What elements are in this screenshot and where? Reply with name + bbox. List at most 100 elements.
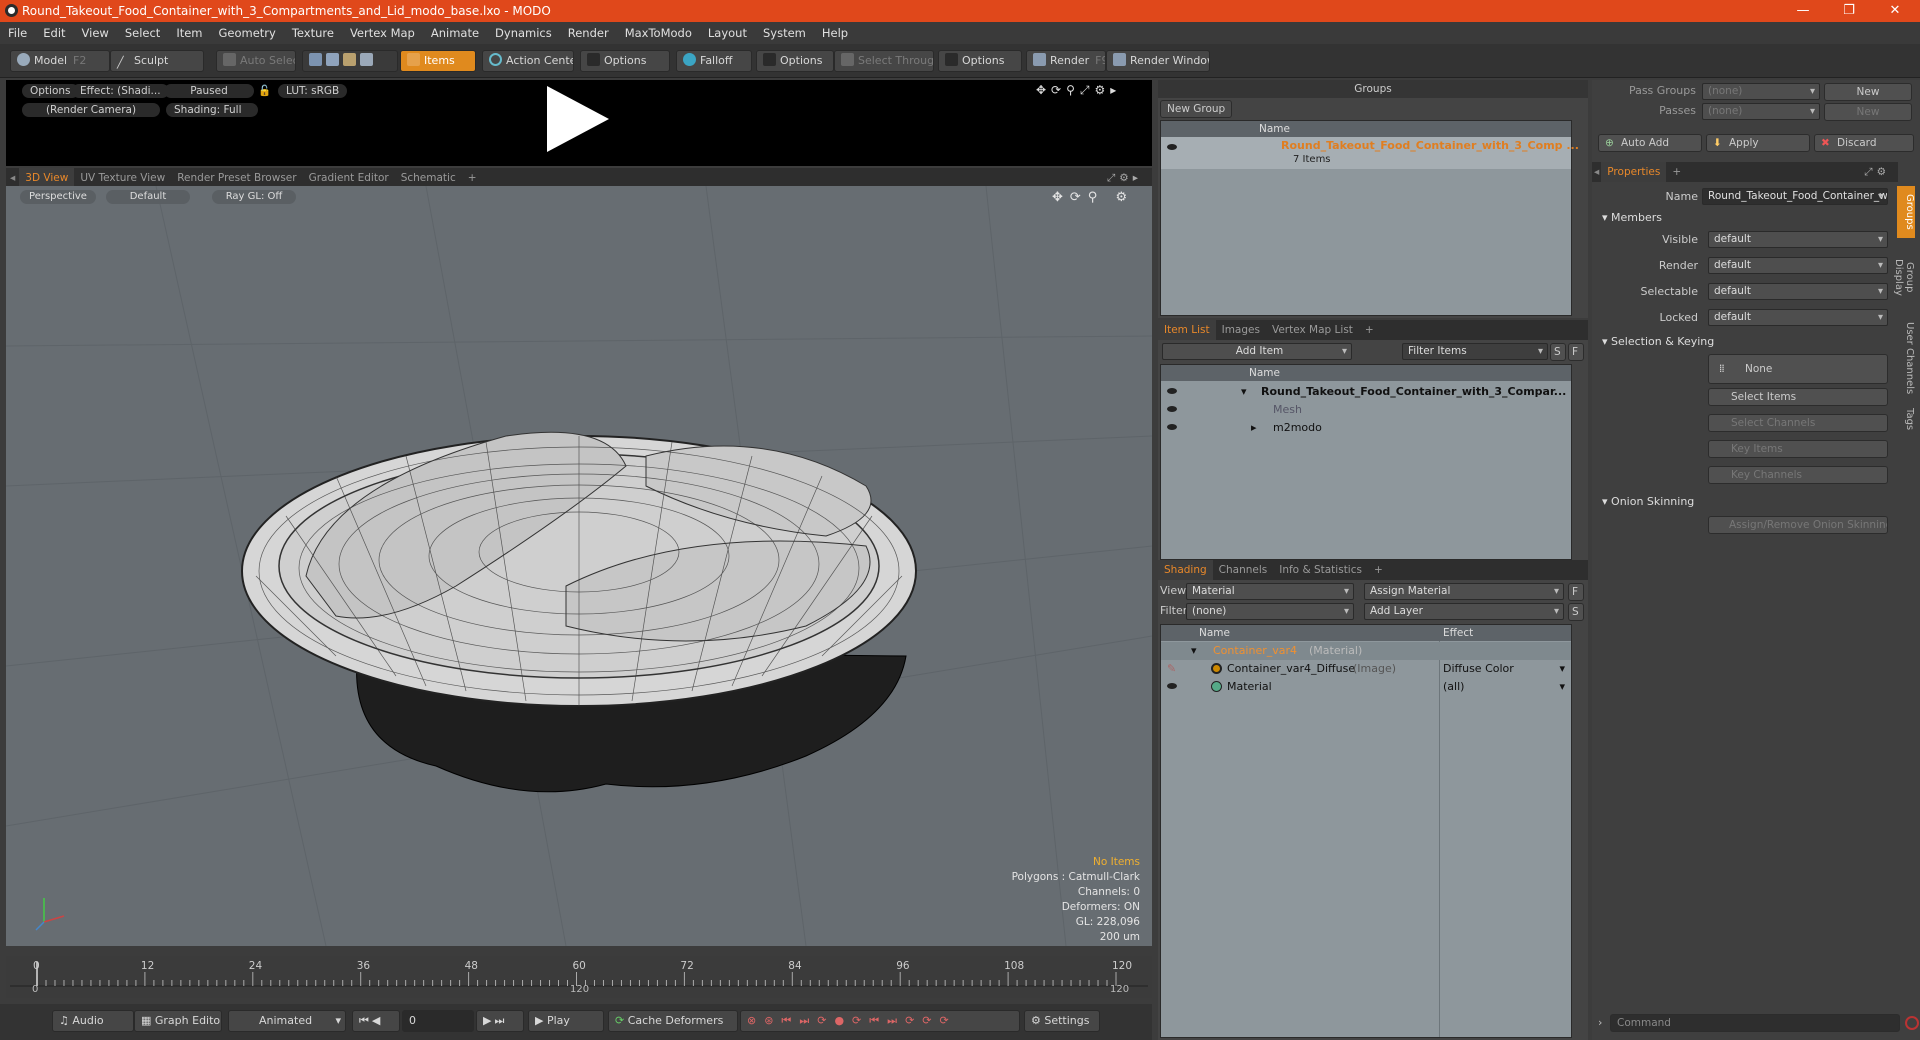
expand-icon[interactable]: ▾ <box>1241 383 1247 401</box>
key-channels-button[interactable]: Key Channels <box>1708 466 1888 484</box>
shader-row-material-group[interactable]: ▾ Container_var4 (Material) <box>1161 642 1571 660</box>
vtab-groups[interactable]: Groups <box>1897 186 1915 238</box>
menu-dynamics[interactable]: Dynamics <box>487 26 560 40</box>
add-tab-button[interactable]: + <box>462 168 483 188</box>
view-dropdown[interactable]: Material <box>1186 583 1354 600</box>
menu-maxtomodo[interactable]: MaxToModo <box>617 26 700 40</box>
command-expand-icon[interactable]: › <box>1598 1016 1602 1029</box>
menu-system[interactable]: System <box>755 26 814 40</box>
discard-button[interactable]: ✖ Discard <box>1814 134 1914 152</box>
model-mode-button[interactable]: Model F2 <box>10 50 110 72</box>
food-container-mesh[interactable] <box>241 431 917 793</box>
tab-3d-view[interactable]: 3D View <box>19 168 75 188</box>
add-tab-button[interactable]: + <box>1368 560 1389 580</box>
shading-s-button[interactable]: S <box>1568 603 1584 621</box>
menu-view[interactable]: View <box>74 26 117 40</box>
preview-paused-button[interactable]: Paused <box>164 84 254 98</box>
tab-shading[interactable]: Shading <box>1158 560 1213 580</box>
tab-render-preset-browser[interactable]: Render Preset Browser <box>171 168 302 188</box>
animated-dropdown[interactable]: Animated ▾ <box>228 1010 346 1032</box>
menu-file[interactable]: File <box>0 26 35 40</box>
visibility-eye-icon[interactable] <box>1167 683 1177 689</box>
preview-lut-dropdown[interactable]: LUT: sRGB <box>278 84 348 98</box>
shader-effect-1[interactable]: Diffuse Color <box>1443 660 1514 678</box>
visibility-eye-icon[interactable] <box>1167 406 1177 412</box>
key-transport-buttons[interactable]: ⊗⊛⏮⏭⟳●⟳⏮⏭⟳⟳⟳ <box>740 1010 1020 1032</box>
default-style-dropdown[interactable]: Default <box>106 190 190 204</box>
vtab-tags[interactable]: Tags <box>1897 404 1915 434</box>
items-mode-button[interactable]: Items <box>400 50 476 72</box>
menu-layout[interactable]: Layout <box>700 26 755 40</box>
vtab-group-display[interactable]: Group Display <box>1893 242 1915 312</box>
play-button[interactable]: ▶ Play <box>528 1010 604 1032</box>
frame-input[interactable]: 0 <box>402 1010 474 1032</box>
group-row[interactable]: Round_Takeout_Food_Container_with_3_Comp… <box>1161 137 1579 169</box>
new-pass-button[interactable]: New <box>1824 103 1912 121</box>
command-input[interactable]: Command <box>1610 1014 1900 1032</box>
tab-vertex-map-list[interactable]: Vertex Map List <box>1266 320 1359 340</box>
edges-mode-icon[interactable] <box>326 53 339 66</box>
expand-icon[interactable]: ▾ <box>1191 642 1197 660</box>
panel-menu-icon[interactable]: ◂ <box>6 168 19 188</box>
visibility-eye-icon[interactable] <box>1167 388 1177 394</box>
tab-uv-texture-view[interactable]: UV Texture View <box>74 168 171 188</box>
item-row-mesh[interactable]: Mesh <box>1161 401 1571 419</box>
vertices-mode-icon[interactable] <box>309 53 322 66</box>
render-dropdown[interactable]: default <box>1708 257 1888 274</box>
onion-skinning-section[interactable]: ▾ Onion Skinning <box>1602 494 1896 510</box>
menu-select[interactable]: Select <box>117 26 168 40</box>
shader-effect-2[interactable]: (all) <box>1443 678 1464 696</box>
shader-row-material[interactable]: Material (all) ▾ <box>1161 678 1571 696</box>
visibility-eye-icon[interactable] <box>1167 424 1177 430</box>
command-history-icon[interactable] <box>1905 1016 1919 1030</box>
viewport-nav-icons[interactable]: ✥⟳⚲ ⚙ <box>1052 190 1134 205</box>
none-button[interactable]: ⁞⁞ None <box>1708 354 1888 384</box>
render-window-button[interactable]: Render Window <box>1106 50 1210 72</box>
rewind-buttons[interactable]: ⏮◀ <box>352 1010 400 1032</box>
action-center-button[interactable]: Action Center <box>482 50 574 72</box>
key-items-button[interactable]: Key Items <box>1708 440 1888 458</box>
sculpt-mode-button[interactable]: ╱ Sculpt <box>110 50 204 72</box>
polygons-mode-icon[interactable] <box>343 53 356 66</box>
menu-geometry[interactable]: Geometry <box>211 26 284 40</box>
add-layer-dropdown[interactable]: Add Layer <box>1364 603 1564 620</box>
filter-s-button[interactable]: S <box>1550 343 1566 361</box>
maximize-button[interactable]: ❐ <box>1826 0 1872 22</box>
3d-viewport[interactable]: Perspective Default Ray GL: Off ✥⟳⚲ ⚙ No… <box>6 186 1152 946</box>
vtab-user-channels[interactable]: User Channels <box>1897 318 1915 398</box>
preview-options-button[interactable]: Options <box>22 84 79 98</box>
perspective-dropdown[interactable]: Perspective <box>20 190 96 204</box>
new-pass-group-button[interactable]: New <box>1824 83 1912 101</box>
preview-shading-dropdown[interactable]: Shading: Full <box>166 103 258 117</box>
panel-expand-icons[interactable]: ⤢⚙▸ <box>1101 168 1148 188</box>
shading-f-button[interactable]: F <box>1568 583 1584 601</box>
filter-f-button[interactable]: F <box>1568 343 1584 361</box>
shader-row-diffuse[interactable]: ✎ Container_var4_Diffuse (Image) Diffuse Co… <box>1161 660 1571 678</box>
tab-item-list[interactable]: Item List <box>1158 320 1216 340</box>
tab-images[interactable]: Images <box>1216 320 1266 340</box>
auto-select-button[interactable]: Auto Select <box>216 50 296 72</box>
preview-effect-dropdown[interactable]: Effect: (Shadi... <box>72 84 169 98</box>
menu-help[interactable]: Help <box>814 26 856 40</box>
chevron-down-icon[interactable]: ▾ <box>1559 678 1565 696</box>
tab-info-statistics[interactable]: Info & Statistics <box>1273 560 1368 580</box>
close-button[interactable]: ✕ <box>1872 0 1918 22</box>
falloff-button[interactable]: Falloff <box>676 50 752 72</box>
menu-item[interactable]: Item <box>168 26 210 40</box>
play-preview-icon[interactable] <box>547 86 609 152</box>
audio-button[interactable]: ♫ Audio <box>52 1010 134 1032</box>
forward-buttons[interactable]: ▶⏭ <box>476 1010 524 1032</box>
preview-nav-icons[interactable]: ✥⟳⚲⤢⚙▸ <box>1036 83 1121 97</box>
selection-keying-section[interactable]: ▾ Selection & Keying <box>1602 334 1896 350</box>
visibility-eye-icon[interactable] <box>1167 144 1177 150</box>
chevron-down-icon[interactable]: ▾ <box>1559 660 1565 678</box>
timeline[interactable]: 0 12 24 36 48 60 72 84 96 108 120 0 120 120 <box>6 956 1152 998</box>
tab-properties[interactable]: Properties <box>1601 162 1667 182</box>
pass-groups-dropdown[interactable]: (none) <box>1702 83 1820 100</box>
select-through-button[interactable]: Select Through <box>834 50 934 72</box>
assign-material-dropdown[interactable]: Assign Material <box>1364 583 1564 600</box>
item-row-scene[interactable]: ▾ Round_Takeout_Food_Container_with_3_Com… <box>1161 383 1571 401</box>
menu-animate[interactable]: Animate <box>423 26 487 40</box>
new-group-button[interactable]: New Group <box>1160 100 1232 118</box>
add-tab-button[interactable]: + <box>1666 162 1687 182</box>
